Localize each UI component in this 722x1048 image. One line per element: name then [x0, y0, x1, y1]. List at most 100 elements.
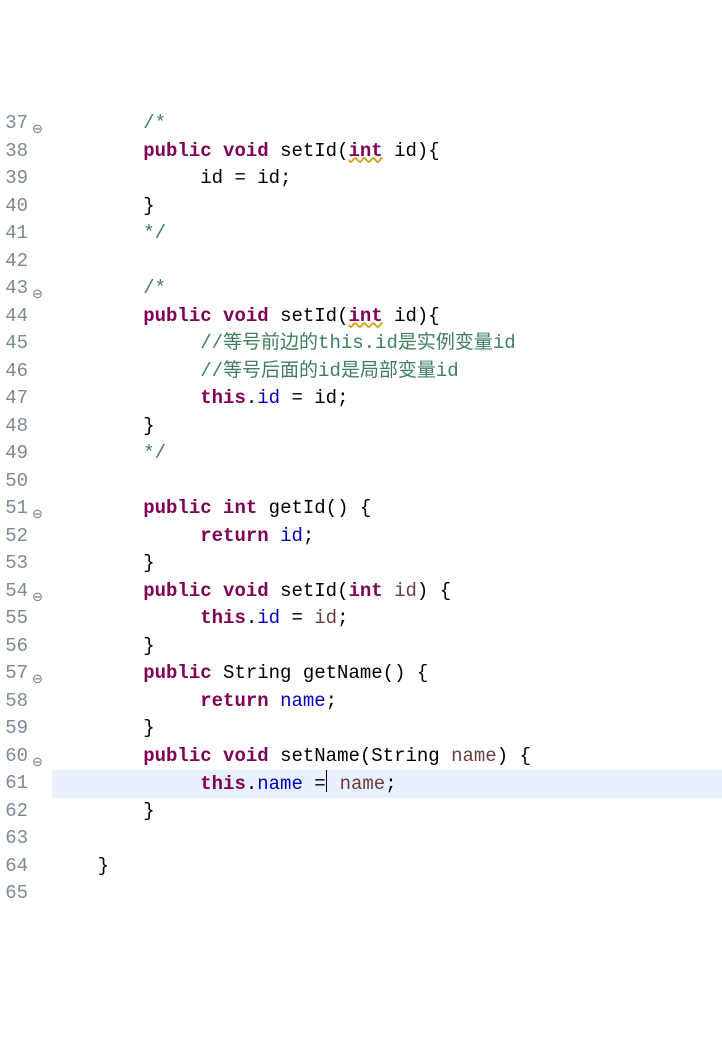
code-line[interactable] [52, 248, 722, 276]
fold-toggle-icon[interactable]: ⊖ [32, 116, 43, 144]
code-line[interactable]: */ [52, 220, 722, 248]
line-number: 49 [0, 440, 28, 468]
code-token: ; [326, 690, 337, 712]
code-line[interactable]: } [52, 633, 722, 661]
code-token: name [340, 773, 386, 795]
fold-toggle-icon[interactable]: ⊖ [32, 584, 43, 612]
code-token: public [143, 580, 211, 602]
code-token: void [223, 305, 269, 327]
code-token [257, 497, 268, 519]
code-token: this [200, 773, 246, 795]
line-number: 45 [0, 330, 28, 358]
code-token: /* [143, 277, 166, 299]
code-line[interactable]: public void setId(int id){ [52, 138, 722, 166]
line-number: 58 [0, 688, 28, 716]
line-number: 48 [0, 413, 28, 441]
code-token: id [280, 525, 303, 547]
code-token: id [257, 387, 280, 409]
code-line[interactable]: } [52, 853, 722, 881]
code-line[interactable]: } [52, 798, 722, 826]
code-token: setId( [280, 305, 348, 327]
code-line[interactable]: //等号后面的id是局部变量id [52, 358, 722, 386]
code-token: = [303, 773, 326, 795]
code-line[interactable]: } [52, 193, 722, 221]
code-token [328, 773, 339, 795]
code-token: int [223, 497, 257, 519]
code-token: void [223, 745, 269, 767]
code-line[interactable]: return name; [52, 688, 722, 716]
fold-toggle-icon[interactable]: ⊖ [32, 281, 43, 309]
code-line[interactable]: } [52, 413, 722, 441]
code-line[interactable]: return id; [52, 523, 722, 551]
code-token: //等号前边的this.id是实例变量id [200, 332, 515, 354]
code-token: id){ [383, 305, 440, 327]
code-token: void [223, 140, 269, 162]
code-token: } [143, 195, 154, 217]
text-cursor [326, 770, 328, 792]
fold-toggle-icon[interactable]: ⊖ [32, 501, 43, 529]
code-editor[interactable]: 3738394041424344454647484950515253545556… [0, 110, 722, 910]
code-line[interactable]: id = id; [52, 165, 722, 193]
code-line[interactable]: /* [52, 110, 722, 138]
code-line[interactable]: public void setId(int id){ [52, 303, 722, 331]
code-token [212, 305, 223, 327]
code-token [212, 140, 223, 162]
code-line[interactable]: //等号前边的this.id是实例变量id [52, 330, 722, 358]
line-number: 56 [0, 633, 28, 661]
code-line[interactable]: public void setId(int id) { [52, 578, 722, 606]
code-token: } [143, 635, 154, 657]
line-number: 61 [0, 770, 28, 798]
code-token: ; [385, 773, 396, 795]
code-line[interactable] [52, 468, 722, 496]
code-line[interactable] [52, 880, 722, 908]
line-number: 59 [0, 715, 28, 743]
code-token: = [280, 607, 314, 629]
code-token: name [280, 690, 326, 712]
line-number: 43 [0, 275, 28, 303]
code-token: . [246, 773, 257, 795]
code-line[interactable]: this.id = id; [52, 385, 722, 413]
line-number: 62 [0, 798, 28, 826]
code-line[interactable]: public void setName(String name) { [52, 743, 722, 771]
code-area[interactable]: /*public void setId(int id){id = id;}*//… [46, 110, 722, 910]
code-token: } [143, 800, 154, 822]
code-token: public [143, 662, 211, 684]
code-token: id [257, 607, 280, 629]
code-token [212, 497, 223, 519]
code-token: id = id; [200, 167, 291, 189]
line-number: 54 [0, 578, 28, 606]
code-line[interactable]: this.id = id; [52, 605, 722, 633]
line-number: 42 [0, 248, 28, 276]
code-token: . [246, 607, 257, 629]
code-token: } [143, 552, 154, 574]
code-line[interactable]: public String getName() { [52, 660, 722, 688]
code-token [383, 580, 394, 602]
line-number: 44 [0, 303, 28, 331]
code-token: . [246, 387, 257, 409]
fold-toggle-icon[interactable]: ⊖ [32, 666, 43, 694]
code-token: ) { [417, 580, 451, 602]
code-line[interactable] [52, 825, 722, 853]
fold-toggle-icon[interactable]: ⊖ [32, 749, 43, 777]
code-token: public [143, 305, 211, 327]
code-token: id){ [383, 140, 440, 162]
code-line[interactable]: */ [52, 440, 722, 468]
code-token: setId( [280, 140, 348, 162]
code-token [212, 580, 223, 602]
code-token: ; [303, 525, 314, 547]
code-token: = id; [280, 387, 348, 409]
line-number: 40 [0, 193, 28, 221]
fold-column[interactable]: ⊖ ⊖ ⊖ ⊖ ⊖ ⊖ [34, 110, 46, 910]
code-line[interactable]: } [52, 550, 722, 578]
line-number: 47 [0, 385, 28, 413]
code-token: name [257, 773, 303, 795]
code-token: void [223, 580, 269, 602]
code-token: name [451, 745, 497, 767]
code-line[interactable]: } [52, 715, 722, 743]
code-line[interactable]: public int getId() { [52, 495, 722, 523]
code-line[interactable]: /* [52, 275, 722, 303]
code-token: id [314, 607, 337, 629]
code-line[interactable]: this.name = name; [52, 770, 722, 798]
line-number: 53 [0, 550, 28, 578]
code-token [269, 305, 280, 327]
